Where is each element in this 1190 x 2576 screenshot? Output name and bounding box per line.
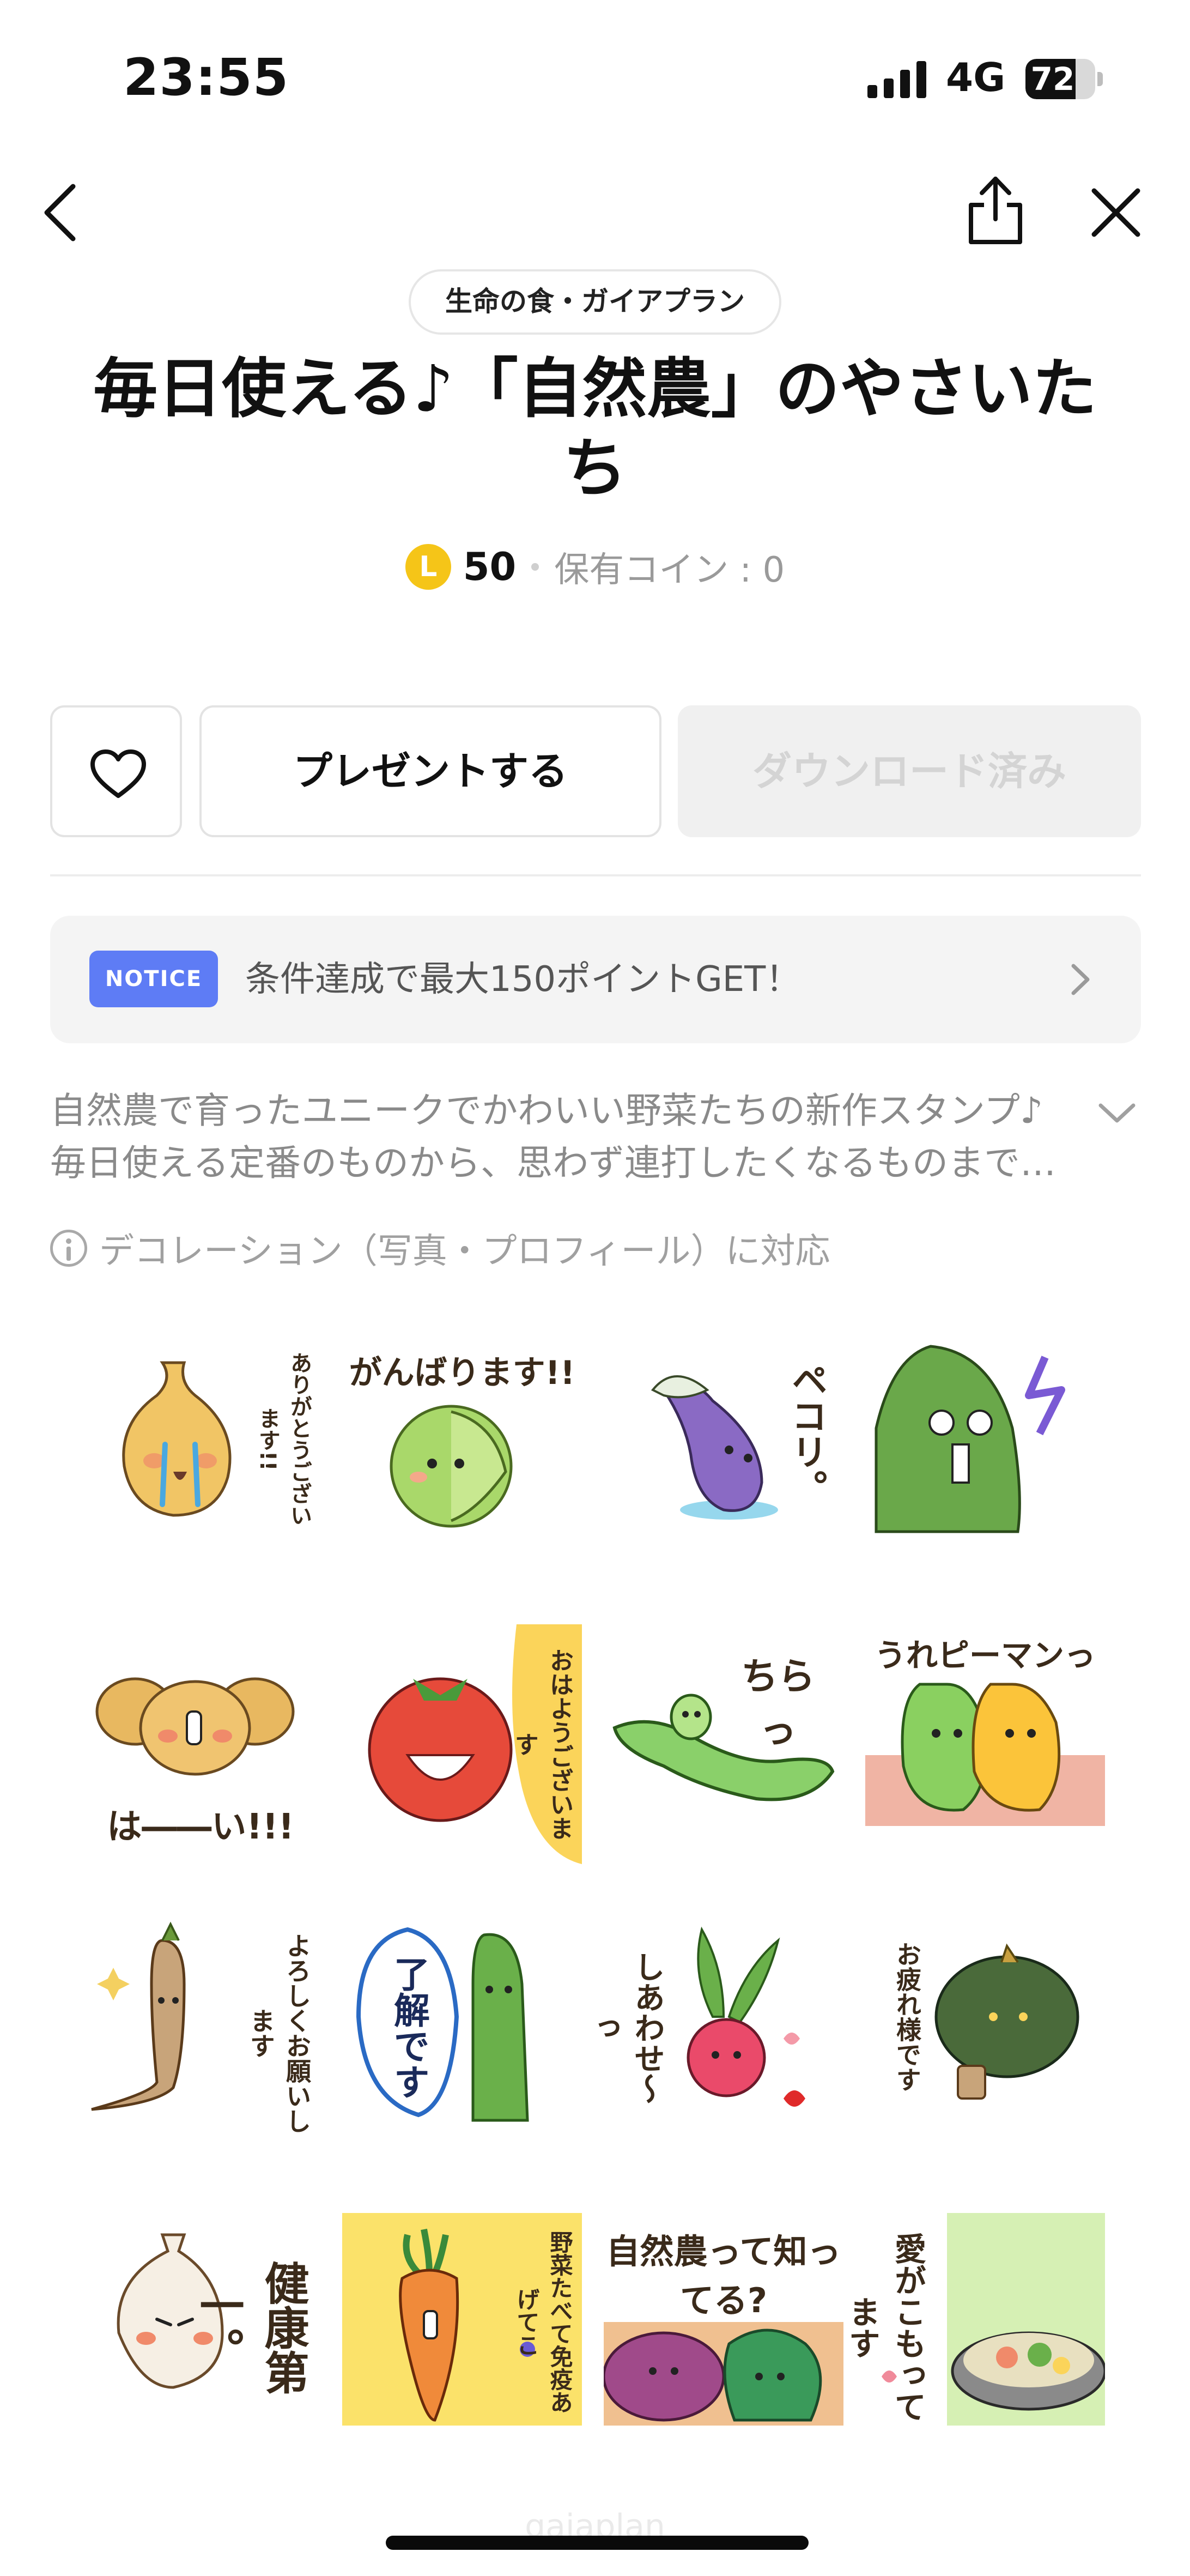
notice-badge: NOTICE xyxy=(89,951,218,1007)
network-type: 4G xyxy=(946,55,1006,100)
page-title: 毎日使える♪「自然農」のやさいたち xyxy=(93,351,1097,506)
sticker-caption: よろしくお願いします xyxy=(246,1933,312,2133)
sticker-tomato[interactable]: おはようございます xyxy=(342,1624,582,1864)
sticker-caption: ありがとうございます!! xyxy=(255,1352,312,1526)
sticker-caption: 健康第一。 xyxy=(192,2260,308,2394)
coin-icon: L xyxy=(405,544,451,590)
battery-percent: 72 xyxy=(1030,61,1075,98)
sticker-eggplant[interactable]: ペコリ。 xyxy=(604,1330,843,1570)
sticker-cabbage[interactable]: がんばります!! xyxy=(342,1330,582,1570)
favorite-button[interactable] xyxy=(50,705,182,837)
signal-icon xyxy=(867,61,926,98)
owned-coins: 保有コイン : 0 xyxy=(554,550,785,590)
divider xyxy=(50,874,1141,876)
status-bar: 23:55 4G 72 xyxy=(0,0,1190,142)
sticker-caption: は――い!!! xyxy=(107,1807,294,1847)
sticker-pumpkin[interactable]: お疲れ様です xyxy=(865,1919,1105,2158)
download-button[interactable]: ダウンロード済み xyxy=(678,705,1141,837)
sticker-cucumber[interactable]: 了解です xyxy=(342,1919,582,2158)
sticker-caption: 野菜たべて免疫あげてこ xyxy=(513,2230,573,2414)
chevron-down-icon[interactable] xyxy=(1095,1097,1139,1129)
sticker-caption: がんばります!! xyxy=(349,1354,575,1392)
price-row: L 50 保有コイン : 0 xyxy=(0,540,1190,594)
sticker-caption: ちらっ xyxy=(740,1655,815,1752)
close-icon[interactable] xyxy=(1089,185,1143,240)
chevron-left-icon[interactable] xyxy=(39,180,83,245)
sticker-grid: ありがとうございます!! がんばります!! ペコリ。 は――い!!! おはようご… xyxy=(81,1330,1127,2464)
sticker-bell-pepper[interactable]: うれピーマンっ xyxy=(865,1624,1105,1864)
sticker-caption: 自然農って知ってる? xyxy=(606,2232,841,2320)
description-line-1: 自然農で育ったユニークでかわいい野菜たちの新作スタンプ♪ xyxy=(50,1090,1043,1132)
sticker-burdock[interactable]: よろしくお願いします xyxy=(81,1919,320,2158)
sticker-bitter-melon[interactable] xyxy=(865,1330,1105,1570)
sticker-sweet-potato[interactable]: 自然農って知ってる? xyxy=(602,2213,843,2453)
gift-button[interactable]: プレゼントする xyxy=(199,705,661,837)
info-icon xyxy=(50,1230,87,1267)
sticker-caption: 愛がこもってます xyxy=(843,2233,926,2422)
sticker-caption: お疲れ様です xyxy=(892,1942,922,2092)
status-time: 23:55 xyxy=(123,48,289,107)
bitter-melon-sticker-image xyxy=(875,1341,1094,1533)
sticker-onion[interactable]: ありがとうございます!! xyxy=(81,1330,320,1570)
notice-text: 条件達成で最大150ポイントGET！ xyxy=(245,959,801,1000)
decoration-support-text: デコレーション（写真・プロフィール）に対応 xyxy=(99,1231,830,1272)
decoration-support: デコレーション（写真・プロフィール）に対応 xyxy=(50,1221,830,1275)
sticker-hot-pot[interactable]: 愛がこもってます xyxy=(843,2213,1107,2453)
battery-icon: 72 xyxy=(1025,59,1103,99)
sticker-caption: 了解です xyxy=(388,1956,430,2100)
home-indicator[interactable] xyxy=(386,2536,809,2550)
price-value: 50 xyxy=(463,545,517,589)
description-line-2: 毎日使える定番のものから、思わず連打したくなるものまで… xyxy=(50,1142,1057,1184)
notice-banner[interactable]: NOTICE 条件達成で最大150ポイントGET！ xyxy=(50,916,1141,1043)
sticker-garlic[interactable]: 健康第一。 xyxy=(81,2213,320,2453)
share-icon[interactable] xyxy=(966,174,1025,245)
sticker-caption: うれピーマンっ xyxy=(874,1637,1096,1674)
sticker-potato[interactable]: は――い!!! xyxy=(81,1624,320,1864)
sticker-edamame[interactable]: ちらっ xyxy=(604,1624,843,1864)
sticker-caption: ペコリ。 xyxy=(786,1362,828,1505)
separator-dot xyxy=(531,563,539,571)
heart-outline-icon xyxy=(90,749,146,798)
chevron-right-icon xyxy=(1071,964,1090,995)
sticker-caption: おはようございます xyxy=(511,1648,573,1840)
description: 自然農で育ったユニークでかわいい野菜たちの新作スタンプ♪ 毎日使える定番のものか… xyxy=(50,1085,1085,1189)
creator-link[interactable]: 生命の食・ガイアプラン xyxy=(409,269,781,335)
sticker-radish[interactable]: しあわせ〜っ xyxy=(585,1919,843,2158)
sticker-caption: しあわせ〜っ xyxy=(585,1951,665,2104)
sticker-carrot[interactable]: 野菜たべて免疫あげてこ xyxy=(342,2213,582,2453)
